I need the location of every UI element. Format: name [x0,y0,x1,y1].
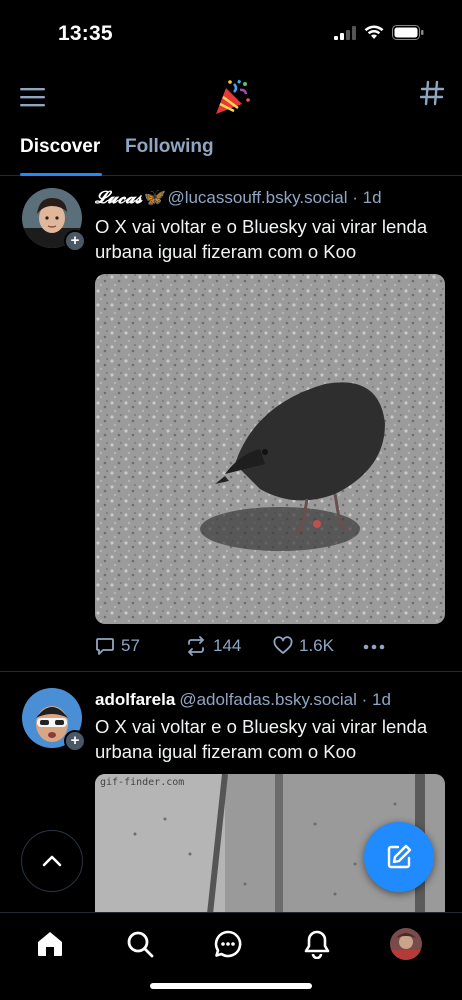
reply-icon [96,638,114,655]
bell-icon [304,930,330,959]
handle[interactable]: @lucassouff.bsky.social [167,188,347,207]
feed-post[interactable]: + 𝓛𝓾𝓬𝓪𝓼🦋 @lucassouff.bsky.social · 1d O X… [0,176,462,672]
status-bar: 13:35 [0,0,462,66]
scroll-to-top-button[interactable] [21,830,83,892]
tab-discover[interactable]: Discover [20,136,100,158]
hashtag-icon [419,80,445,106]
like-icon [273,636,293,654]
feed-tabs: Discover Following [0,130,462,176]
cellular-signal-icon [334,25,356,40]
home-icon [38,932,62,956]
more-icon [363,644,385,650]
follow-plus-icon[interactable]: + [64,230,86,252]
avatar[interactable]: + [22,688,86,752]
more-button[interactable] [363,630,385,650]
reply-button[interactable]: 57 [95,636,140,656]
like-count: 1.6K [299,636,334,655]
nav-home[interactable] [33,927,67,961]
bird-gif-image [95,274,445,624]
search-icon [127,931,154,958]
like-button[interactable]: 1.6K [273,636,334,656]
nav-profile-avatar[interactable] [390,928,422,960]
post-header: 𝓛𝓾𝓬𝓪𝓼🦋 @lucassouff.bsky.social · 1d [95,188,382,208]
post-time: · 1d [356,690,391,709]
status-icons [334,25,424,40]
post-text: O X vai voltar e o Bluesky vai virar len… [95,716,428,762]
compose-icon [387,844,412,869]
post-text: O X vai voltar e o Bluesky vai virar len… [95,216,428,262]
status-time: 13:35 [58,22,113,45]
wifi-icon [364,25,384,39]
chat-icon [214,930,242,958]
home-indicator [150,983,312,989]
menu-button[interactable] [20,86,46,108]
repost-button[interactable]: 144 [185,636,241,656]
post-header: adolfarela @adolfadas.bsky.social · 1d [95,690,391,710]
post-media-gif[interactable] [95,274,445,624]
app-logo [212,78,252,118]
post-time: · 1d [347,188,382,207]
nav-notifications[interactable] [300,927,334,961]
display-name[interactable]: 𝓛𝓾𝓬𝓪𝓼🦋 [95,188,163,208]
handle[interactable]: @adolfadas.bsky.social [179,690,357,709]
gif-watermark: gif-finder.com [100,777,185,788]
feeds-button[interactable] [419,80,445,112]
party-popper-icon [216,79,250,114]
repost-icon [188,636,204,656]
nav-chat[interactable] [211,927,245,961]
compose-button[interactable] [364,822,434,892]
chevron-up-icon [42,855,62,867]
tab-following[interactable]: Following [125,136,214,158]
reply-count: 57 [121,636,140,655]
follow-plus-icon[interactable]: + [64,730,86,752]
avatar[interactable]: + [22,188,86,252]
top-nav [0,72,462,122]
post-actions: 57 144 1.6K [95,636,445,658]
battery-icon [392,25,424,40]
repost-count: 144 [213,636,242,655]
profile-avatar-image [390,928,422,960]
display-name[interactable]: adolfarela [95,690,175,709]
nav-search[interactable] [123,927,157,961]
menu-icon [20,88,45,107]
